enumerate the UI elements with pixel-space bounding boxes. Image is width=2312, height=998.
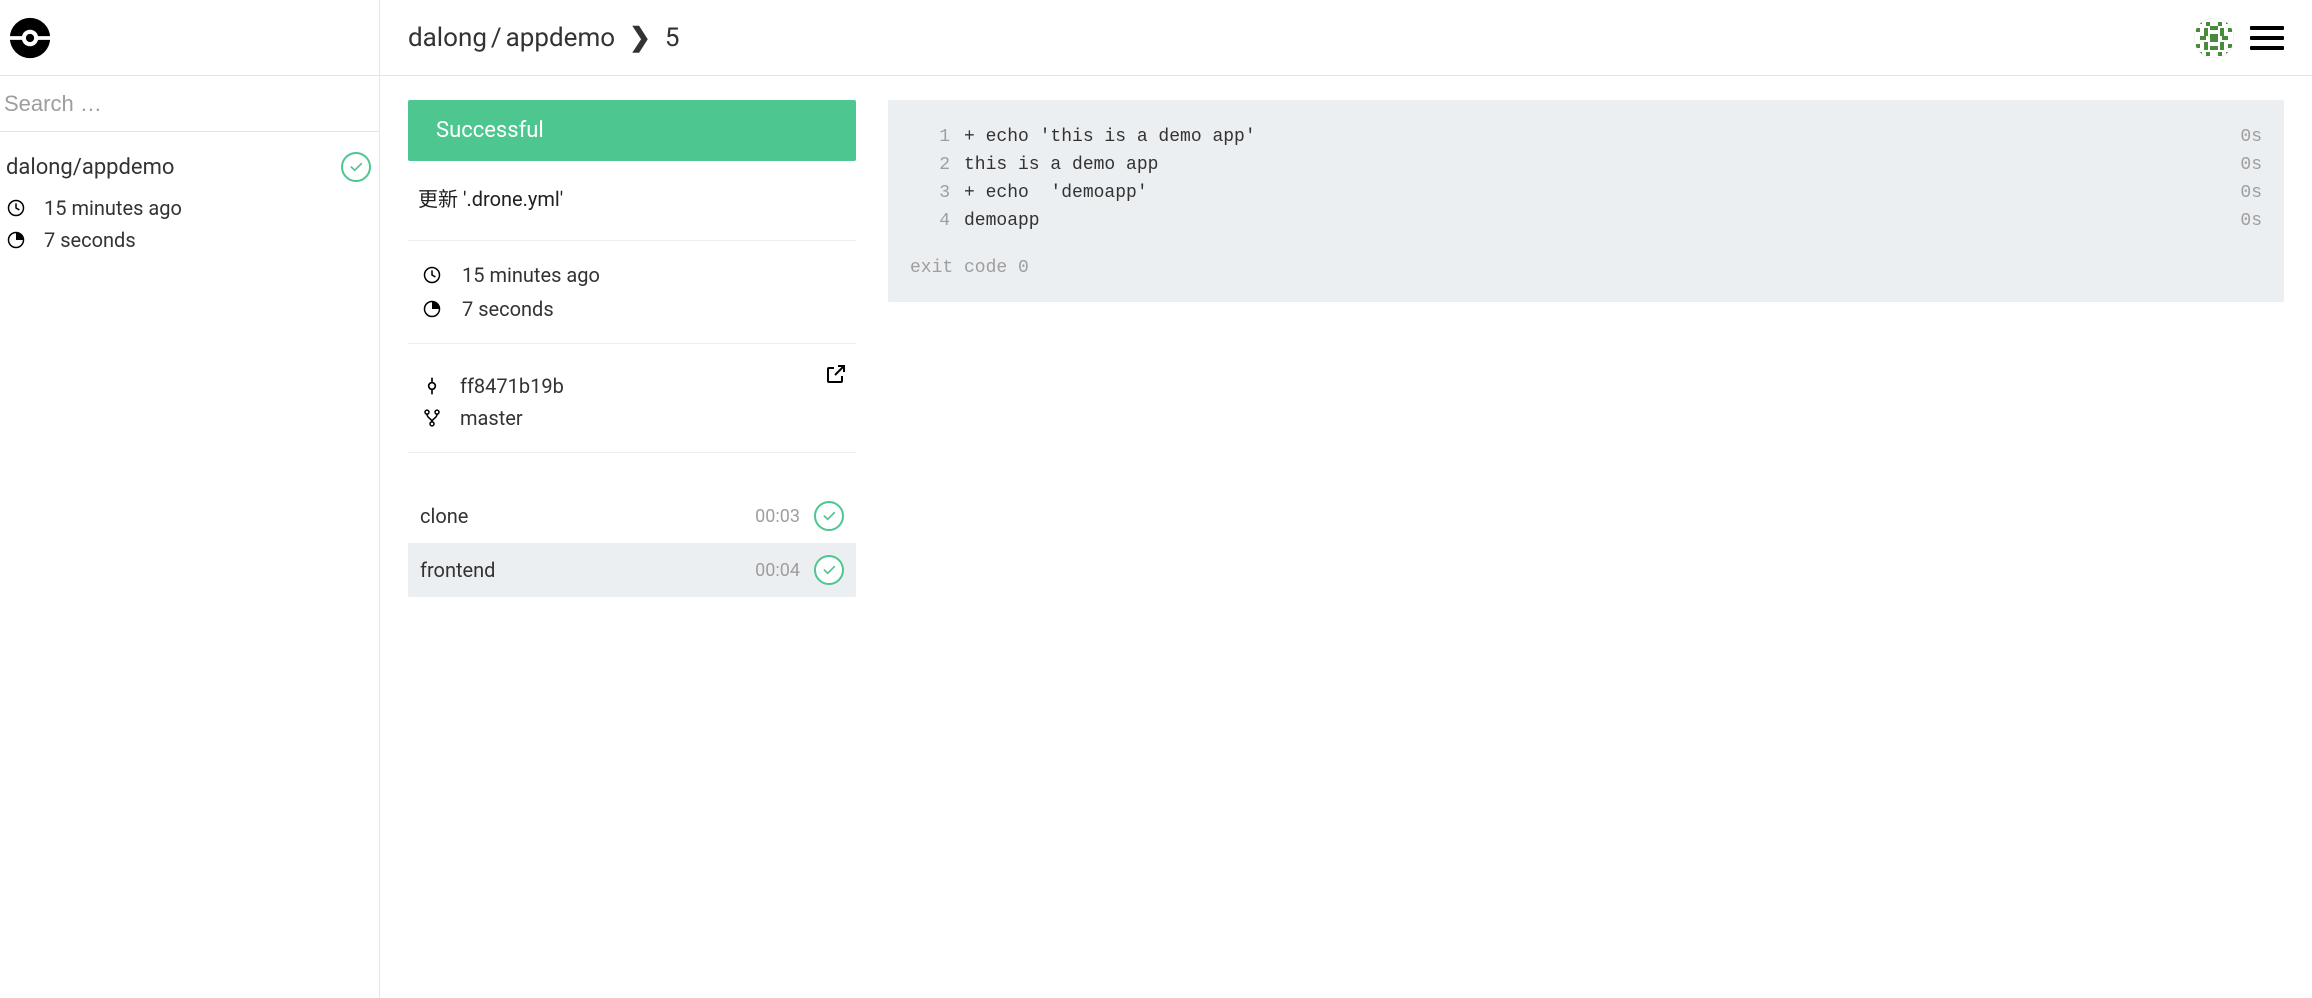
step-duration: 00:03 bbox=[755, 506, 800, 527]
log-panel: 1 + echo 'this is a demo app' 0s 2 this … bbox=[888, 100, 2284, 974]
branch-name: master bbox=[460, 406, 523, 430]
log-line-text: this is a demo app bbox=[950, 152, 2228, 180]
build-step-frontend[interactable]: frontend 00:04 bbox=[408, 543, 856, 597]
repo-duration: 7 seconds bbox=[44, 228, 136, 252]
chevron-right-icon: ❯ bbox=[629, 23, 651, 53]
commit-icon bbox=[422, 376, 442, 396]
duration-icon bbox=[422, 299, 442, 319]
repo-name: dalong/appdemo bbox=[6, 155, 174, 180]
commit-hash: ff8471b19b bbox=[460, 374, 564, 398]
clock-icon bbox=[422, 265, 442, 285]
repo-list-item[interactable]: dalong/appdemo 15 minutes ago 7 seconds bbox=[0, 132, 379, 264]
status-success-icon bbox=[814, 501, 844, 531]
breadcrumb-repo[interactable]: appdemo bbox=[506, 23, 615, 53]
breadcrumb-owner[interactable]: dalong bbox=[408, 23, 487, 53]
status-banner: Successful bbox=[408, 100, 856, 161]
logo[interactable] bbox=[0, 0, 379, 76]
log-line-number: 3 bbox=[910, 180, 950, 208]
menu-button[interactable] bbox=[2250, 24, 2284, 52]
build-duration: 7 seconds bbox=[462, 297, 554, 321]
build-steps: clone 00:03 frontend 00:04 bbox=[408, 453, 856, 597]
search-input[interactable] bbox=[4, 91, 375, 117]
status-success-icon bbox=[341, 152, 371, 182]
step-duration: 00:04 bbox=[755, 560, 800, 581]
log-line-time: 0s bbox=[2228, 152, 2262, 180]
status-success-icon bbox=[814, 555, 844, 585]
sidebar: dalong/appdemo 15 minutes ago 7 seconds bbox=[0, 0, 380, 998]
log-line-text: demoapp bbox=[950, 208, 2228, 236]
duration-icon bbox=[6, 230, 26, 250]
log-line-text: + echo 'demoapp' bbox=[950, 180, 2228, 208]
log-line-time: 0s bbox=[2228, 180, 2262, 208]
search-wrap bbox=[0, 76, 379, 132]
step-name: frontend bbox=[420, 558, 495, 582]
drone-logo-icon bbox=[8, 16, 52, 60]
log-line-text: + echo 'this is a demo app' bbox=[950, 124, 2228, 152]
topbar: dalong / appdemo ❯ 5 bbox=[380, 0, 2312, 76]
log-line: 3 + echo 'demoapp' 0s bbox=[910, 180, 2262, 208]
log-line-number: 2 bbox=[910, 152, 950, 180]
exit-code: exit code 0 bbox=[910, 236, 2262, 278]
log-line: 2 this is a demo app 0s bbox=[910, 152, 2262, 180]
external-link-icon[interactable] bbox=[824, 362, 848, 391]
log-line-number: 1 bbox=[910, 124, 950, 152]
log-line: 1 + echo 'this is a demo app' 0s bbox=[910, 124, 2262, 152]
build-step-clone[interactable]: clone 00:03 bbox=[408, 489, 856, 543]
clock-icon bbox=[6, 198, 26, 218]
branch-icon bbox=[422, 408, 442, 428]
log-line-time: 0s bbox=[2228, 124, 2262, 152]
avatar[interactable] bbox=[2194, 18, 2234, 58]
repo-time-ago: 15 minutes ago bbox=[44, 196, 182, 220]
log-line: 4 demoapp 0s bbox=[910, 208, 2262, 236]
commit-message: 更新 '.drone.yml' bbox=[408, 161, 856, 241]
step-name: clone bbox=[420, 504, 468, 528]
log-line-number: 4 bbox=[910, 208, 950, 236]
breadcrumb-build-number: 5 bbox=[665, 23, 680, 53]
build-time-ago: 15 minutes ago bbox=[462, 263, 600, 287]
breadcrumb: dalong / appdemo ❯ 5 bbox=[408, 23, 680, 53]
build-panel: Successful 更新 '.drone.yml' 15 minutes ag… bbox=[408, 100, 856, 974]
log-line-time: 0s bbox=[2228, 208, 2262, 236]
